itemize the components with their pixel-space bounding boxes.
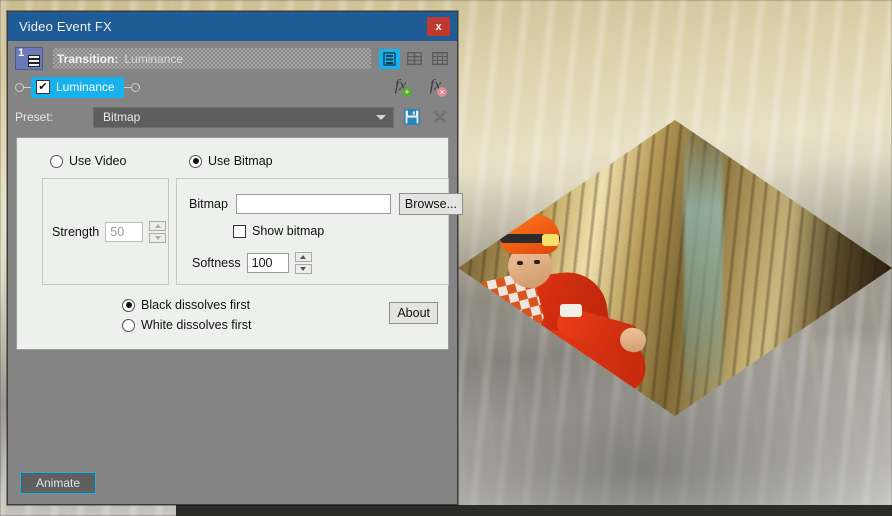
radio-black-dissolves-first[interactable]: Black dissolves first [122, 298, 250, 312]
show-bitmap-checkbox[interactable] [233, 224, 246, 238]
softness-stepper[interactable] [294, 252, 312, 274]
save-preset-icon[interactable] [401, 107, 422, 128]
layout-button-group [379, 48, 450, 69]
preset-dropdown[interactable]: Bitmap [93, 106, 394, 128]
radio-use-bitmap-label: Use Bitmap [208, 154, 273, 168]
transition-header-row: 1 Transition: Luminance [15, 46, 450, 71]
bitmap-source-group: Bitmap Browse... Show bitmap Softness 10… [176, 178, 464, 285]
flowstone-teal-band [683, 120, 723, 416]
film-reel-glyph [28, 55, 40, 67]
single-column-layout-icon[interactable] [379, 48, 400, 69]
show-bitmap-label: Show bitmap [252, 224, 325, 238]
strength-input[interactable]: 50 [105, 222, 144, 242]
strength-stepper-down[interactable] [149, 233, 167, 243]
plugin-chain-row: ✔ Luminance fx + fx × [15, 74, 450, 100]
three-column-layout-icon[interactable] [429, 49, 450, 69]
chain-output-socket[interactable] [130, 82, 140, 92]
chain-link-right [123, 86, 131, 88]
plugin-enable-checkbox[interactable]: ✔ [36, 80, 50, 94]
transition-label: Transition: [57, 51, 119, 66]
about-button[interactable]: About [389, 302, 438, 324]
two-column-layout-icon[interactable] [404, 49, 425, 69]
timeline-strip [176, 505, 892, 516]
show-bitmap-checkbox-row[interactable]: Show bitmap [233, 224, 324, 238]
softness-label: Softness [192, 256, 241, 270]
softness-stepper-up[interactable] [294, 252, 312, 262]
browse-button[interactable]: Browse... [398, 193, 464, 215]
add-plugin-icon[interactable]: fx + [390, 77, 412, 97]
preset-value: Bitmap [103, 110, 141, 124]
transition-name: Luminance [124, 51, 184, 66]
softness-input[interactable]: 100 [246, 253, 289, 273]
softness-stepper-down[interactable] [294, 264, 312, 274]
plugin-properties-panel: Use Video Use Bitmap Strength 50 Bitmap [16, 137, 464, 350]
strength-stepper-up[interactable] [149, 221, 167, 231]
transition-title-bar: Transition: Luminance [53, 48, 371, 69]
bitmap-path-input[interactable] [235, 194, 391, 214]
animate-button[interactable]: Animate [20, 472, 96, 494]
bitmap-row: Bitmap Browse... [189, 193, 464, 215]
remove-plugin-icon[interactable]: fx × [425, 77, 447, 97]
plugin-node-luminance[interactable]: ✔ Luminance [31, 76, 124, 98]
video-source-group: Strength 50 [42, 178, 169, 285]
remove-badge: × [437, 87, 447, 97]
radio-use-bitmap-indicator [189, 154, 202, 168]
radio-black-first-label: Black dissolves first [141, 298, 251, 312]
fx-chain-area: 1 Transition: Luminance ✔ Luminance fx +… [8, 41, 457, 100]
radio-white-first-label: White dissolves first [141, 318, 252, 332]
film-strip-icon: 1 [15, 47, 43, 70]
fx-button-group: fx + fx × [390, 77, 450, 97]
dialog-title: Video Event FX [19, 19, 112, 34]
chain-link-left [24, 86, 31, 88]
softness-row: Softness 100 [192, 252, 312, 274]
caver-eye-left [517, 261, 523, 265]
radio-white-first-indicator [122, 318, 135, 332]
radio-use-bitmap[interactable]: Use Bitmap [189, 154, 273, 168]
close-icon[interactable]: x [427, 17, 450, 36]
radio-use-video[interactable]: Use Video [50, 154, 126, 168]
preset-row: Preset: Bitmap [8, 105, 457, 129]
strength-label: Strength [52, 225, 100, 239]
radio-black-first-indicator [122, 298, 135, 312]
track-number: 1 [18, 47, 25, 59]
caver-headlamp [542, 234, 559, 246]
radio-white-dissolves-first[interactable]: White dissolves first [122, 318, 251, 332]
radio-use-video-indicator [50, 154, 63, 168]
chain-input-socket[interactable] [15, 82, 24, 92]
plugin-name-label: Luminance [56, 80, 115, 94]
dialog-titlebar[interactable]: Video Event FX x [8, 12, 457, 41]
add-badge: + [402, 87, 412, 97]
chevron-down-icon [376, 114, 386, 120]
caver-eye-right [534, 260, 540, 264]
delete-preset-icon[interactable] [429, 107, 450, 128]
caver-badge [560, 304, 582, 317]
bitmap-label: Bitmap [189, 197, 228, 211]
preset-label: Preset: [15, 110, 54, 124]
strength-stepper[interactable] [149, 221, 167, 243]
video-event-fx-dialog: Video Event FX x 1 Transition: Luminance [7, 11, 464, 505]
strength-row: Strength 50 [52, 221, 167, 243]
radio-use-video-label: Use Video [69, 154, 127, 168]
